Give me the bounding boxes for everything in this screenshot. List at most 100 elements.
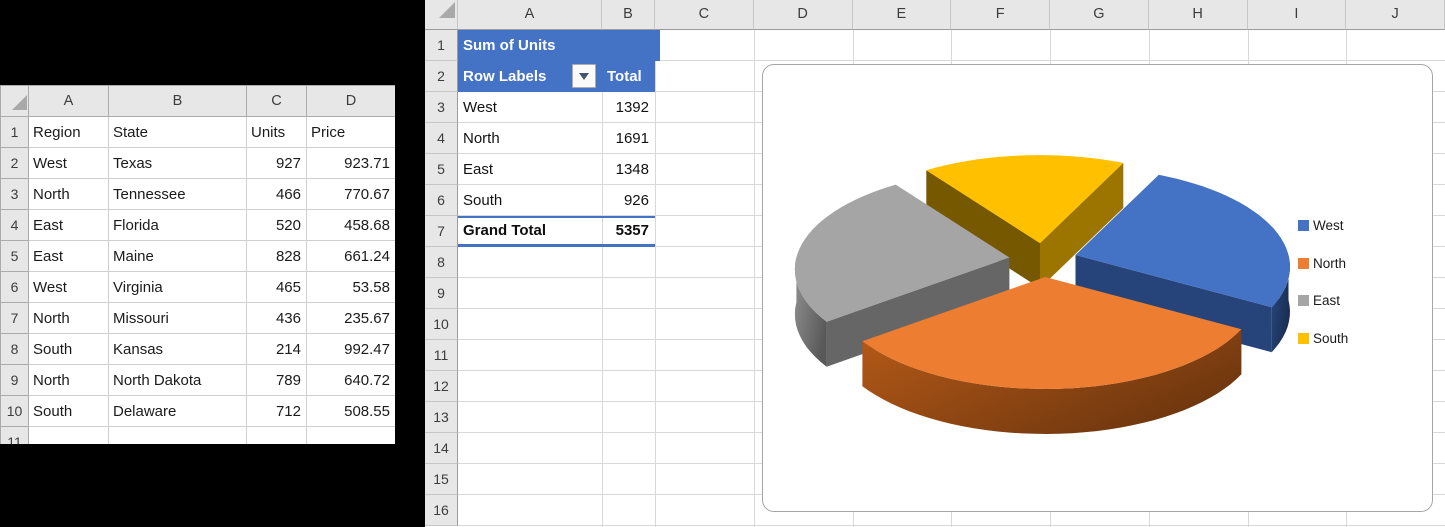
column-header-b[interactable]: B [602,0,655,30]
row-header-2[interactable]: 2 [425,61,458,92]
cell-b3[interactable]: Tennessee [109,179,247,210]
cell-c1[interactable]: Units [247,117,307,148]
cell-a7[interactable]: North [29,303,109,334]
cell-a1[interactable]: Region [29,117,109,148]
column-header-e[interactable]: E [853,0,952,30]
row-header-8[interactable]: 8 [1,334,29,365]
cell-d4[interactable]: 458.68 [307,210,396,241]
row-header-1[interactable]: 1 [425,30,458,61]
cell-d8[interactable]: 992.47 [307,334,396,365]
cell-b1[interactable]: State [109,117,247,148]
pivot-rowlabels-cell[interactable]: Row Labels [458,61,546,92]
cell-c10[interactable]: 712 [247,396,307,427]
pivot-filter-dropdown-button[interactable] [572,64,596,88]
cell-a2[interactable]: West [29,148,109,179]
cell-a9[interactable]: North [29,365,109,396]
column-header-g[interactable]: G [1050,0,1149,30]
column-header-f[interactable]: F [951,0,1050,30]
pivot-row-value-north[interactable]: 1691 [602,123,655,154]
column-header-h[interactable]: H [1149,0,1248,30]
row-header-5[interactable]: 5 [1,241,29,272]
row-header-3[interactable]: 3 [1,179,29,210]
cell-b9[interactable]: North Dakota [109,365,247,396]
pie-3d-chart[interactable] [763,65,1431,510]
cell-c11[interactable] [247,427,307,445]
row-header-9[interactable]: 9 [1,365,29,396]
cell-b8[interactable]: Kansas [109,334,247,365]
row-header-6[interactable]: 6 [1,272,29,303]
column-header-a[interactable]: A [458,0,602,30]
pivot-row-label-north[interactable]: North [458,123,602,154]
cell-c7[interactable]: 436 [247,303,307,334]
cell-d6[interactable]: 53.58 [307,272,396,303]
legend-item-north[interactable]: North [1298,256,1346,271]
cell-d1[interactable]: Price [307,117,396,148]
cell-a11[interactable] [29,427,109,445]
cell-c5[interactable]: 828 [247,241,307,272]
row-header-8[interactable]: 8 [425,247,458,278]
column-header-i[interactable]: I [1248,0,1347,30]
cell-a5[interactable]: East [29,241,109,272]
cell-b6[interactable]: Virginia [109,272,247,303]
cell-b10[interactable]: Delaware [109,396,247,427]
pivot-row-label-east[interactable]: East [458,154,602,185]
row-header-5[interactable]: 5 [425,154,458,185]
cell-c3[interactable]: 466 [247,179,307,210]
cell-c6[interactable]: 465 [247,272,307,303]
cell-d3[interactable]: 770.67 [307,179,396,210]
pie-chart-frame[interactable]: WestNorthEastSouth [762,64,1433,512]
cell-a10[interactable]: South [29,396,109,427]
row-header-14[interactable]: 14 [425,433,458,464]
row-header-4[interactable]: 4 [425,123,458,154]
cell-d5[interactable]: 661.24 [307,241,396,272]
cell-b11[interactable] [109,427,247,445]
cell-c9[interactable]: 789 [247,365,307,396]
legend-item-east[interactable]: East [1298,293,1340,308]
column-header-j[interactable]: J [1346,0,1445,30]
row-header-13[interactable]: 13 [425,402,458,433]
row-header-2[interactable]: 2 [1,148,29,179]
cell-d10[interactable]: 508.55 [307,396,396,427]
cell-a4[interactable]: East [29,210,109,241]
cell-b2[interactable]: Texas [109,148,247,179]
column-header-d[interactable]: D [307,86,396,117]
row-header-4[interactable]: 4 [1,210,29,241]
cell-d7[interactable]: 235.67 [307,303,396,334]
row-header-10[interactable]: 10 [425,309,458,340]
pivot-title-cell[interactable]: Sum of Units [458,30,660,61]
row-header-7[interactable]: 7 [1,303,29,334]
row-header-15[interactable]: 15 [425,464,458,495]
row-header-16[interactable]: 16 [425,495,458,526]
row-header-11[interactable]: 11 [425,340,458,371]
pivot-row-value-east[interactable]: 1348 [602,154,655,185]
pivot-grand-total-row[interactable]: Grand Total 5357 [458,216,655,247]
select-all-corner[interactable] [1,86,29,117]
cell-b5[interactable]: Maine [109,241,247,272]
row-header-3[interactable]: 3 [425,92,458,123]
column-header-d[interactable]: D [754,0,853,30]
pivot-total-header-cell[interactable]: Total [607,61,642,92]
cell-b7[interactable]: Missouri [109,303,247,334]
column-header-c[interactable]: C [655,0,754,30]
cell-a3[interactable]: North [29,179,109,210]
row-header-7[interactable]: 7 [425,216,458,247]
cell-a8[interactable]: South [29,334,109,365]
cell-a6[interactable]: West [29,272,109,303]
cell-c4[interactable]: 520 [247,210,307,241]
pivot-row-value-west[interactable]: 1392 [602,92,655,123]
cell-d11[interactable] [307,427,396,445]
cell-d2[interactable]: 923.71 [307,148,396,179]
column-header-b[interactable]: B [109,86,247,117]
row-header-11[interactable]: 11 [1,427,29,445]
row-header-1[interactable]: 1 [1,117,29,148]
cell-b4[interactable]: Florida [109,210,247,241]
row-header-6[interactable]: 6 [425,185,458,216]
legend-item-south[interactable]: South [1298,331,1348,346]
select-all-corner[interactable] [425,0,458,30]
column-header-c[interactable]: C [247,86,307,117]
cell-c2[interactable]: 927 [247,148,307,179]
cell-d9[interactable]: 640.72 [307,365,396,396]
pivot-row-label-south[interactable]: South [458,185,602,216]
pivot-row-value-south[interactable]: 926 [602,185,655,216]
column-header-a[interactable]: A [29,86,109,117]
